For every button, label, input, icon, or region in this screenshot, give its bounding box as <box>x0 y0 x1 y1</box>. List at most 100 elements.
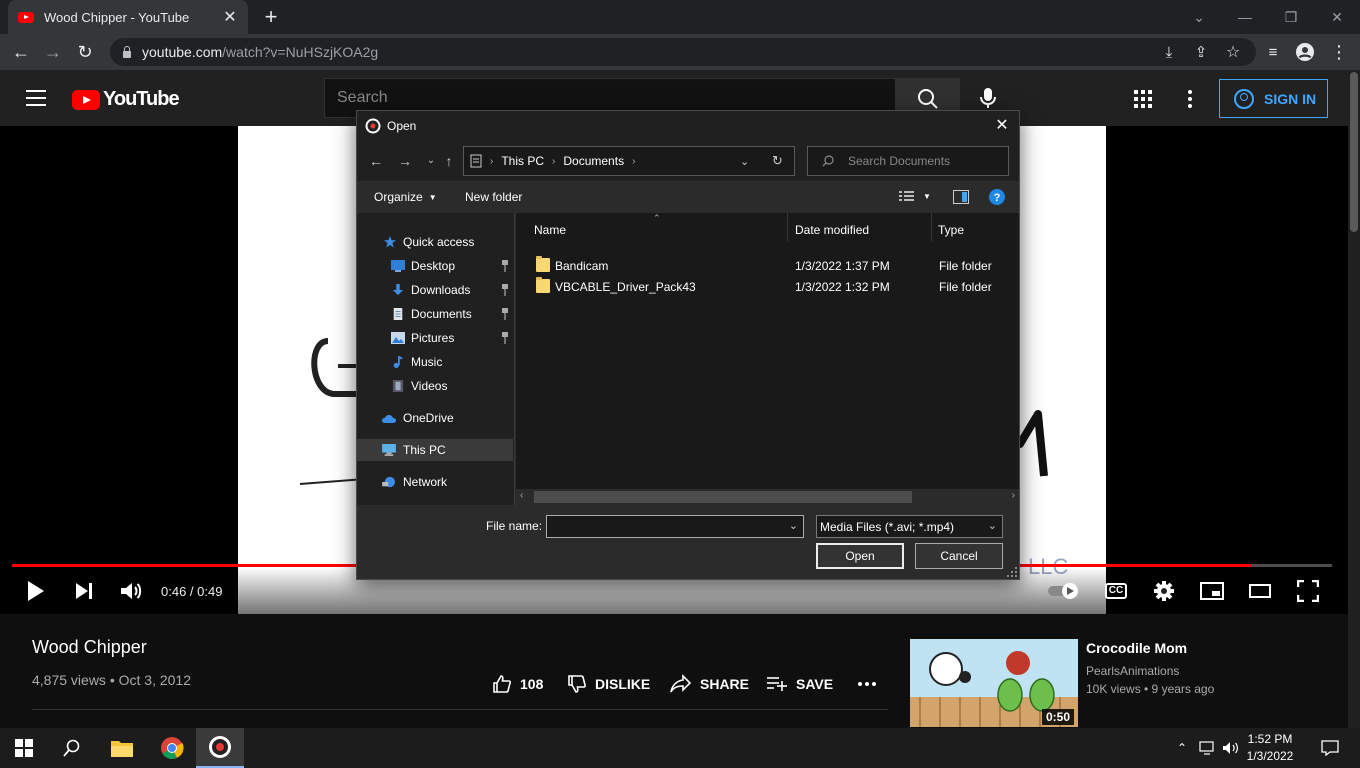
nav-onedrive[interactable]: OneDrive <box>357 407 513 429</box>
share-icon[interactable]: ⇪ <box>1188 39 1214 65</box>
breadcrumb-documents[interactable]: Documents <box>563 154 624 168</box>
file-explorer-icon[interactable] <box>98 728 146 768</box>
dialog-forward-icon[interactable]: → <box>395 151 415 171</box>
autoplay-toggle[interactable] <box>1046 577 1082 605</box>
scroll-right-icon[interactable]: › <box>1012 490 1015 501</box>
column-header-name[interactable]: Name <box>534 218 566 242</box>
cancel-button[interactable]: Cancel <box>915 543 1003 569</box>
preview-pane-icon[interactable] <box>953 190 969 207</box>
taskbar-clock[interactable]: 1:52 PM 1/3/2022 <box>1242 731 1298 765</box>
page-scrollbar[interactable] <box>1348 70 1360 728</box>
restore-button[interactable]: ❐ <box>1268 0 1314 34</box>
volume-tray-icon[interactable] <box>1218 728 1244 768</box>
resize-grip-icon[interactable] <box>1007 567 1017 577</box>
chrome-icon[interactable] <box>148 728 196 768</box>
pin-icon[interactable] <box>501 308 509 320</box>
settings-menu-icon[interactable] <box>1186 90 1194 108</box>
change-view-button[interactable]: ▼ <box>899 190 931 202</box>
column-separator[interactable] <box>787 213 788 241</box>
tray-chevron-icon[interactable]: ⌃ <box>1168 728 1196 768</box>
save-button[interactable]: SAVE <box>766 672 833 696</box>
profile-icon[interactable] <box>1292 39 1318 65</box>
refresh-icon[interactable]: ↻ <box>772 153 783 169</box>
recommendation-title[interactable]: Crocodile Mom <box>1086 640 1187 656</box>
organize-button[interactable]: Organize ▼ <box>374 190 437 204</box>
pin-icon[interactable] <box>501 260 509 272</box>
nav-quick-access[interactable]: Quick access <box>357 231 513 253</box>
volume-icon[interactable] <box>118 577 144 605</box>
windows-start-icon[interactable] <box>0 728 48 768</box>
scroll-left-icon[interactable]: ‹ <box>520 490 523 501</box>
close-window-button[interactable]: ✕ <box>1314 0 1360 34</box>
recommendation-thumbnail[interactable]: 0:50 <box>910 639 1078 727</box>
breadcrumb-this-pc[interactable]: This PC <box>501 154 544 168</box>
media-queue-icon[interactable]: ≡ <box>1260 39 1286 65</box>
recommendation-channel[interactable]: PearlsAnimations <box>1086 664 1179 678</box>
browser-tab[interactable]: Wood Chipper - YouTube ✕ <box>8 0 248 34</box>
share-button[interactable]: SHARE <box>670 672 749 696</box>
chrome-menu-icon[interactable]: ⋮ <box>1326 39 1352 65</box>
file-name-field[interactable]: ⌄ <box>546 515 804 538</box>
column-header-type[interactable]: Type <box>938 218 964 242</box>
dislike-button[interactable]: DISLIKE <box>567 672 650 696</box>
address-bar[interactable]: youtube.com /watch?v=NuHSzjKOA2g <box>110 38 1256 66</box>
file-row-bandicam[interactable]: Bandicam 1/3/2022 1:37 PM File folder <box>516 255 1019 276</box>
settings-gear-icon[interactable] <box>1152 577 1176 605</box>
nav-downloads[interactable]: Downloads <box>357 279 513 301</box>
music-icon <box>393 356 404 368</box>
tab-close-icon[interactable]: ✕ <box>222 7 238 27</box>
file-name-dropdown-icon[interactable]: ⌄ <box>789 519 798 532</box>
bandicam-app-icon[interactable] <box>196 728 244 768</box>
install-icon[interactable]: ⤓ <box>1156 39 1182 65</box>
forward-arrow-icon[interactable]: → <box>40 39 66 65</box>
help-icon[interactable]: ? <box>989 189 1005 208</box>
column-separator[interactable] <box>931 213 932 241</box>
dialog-titlebar[interactable]: Open ✕ <box>357 111 1019 141</box>
address-dropdown-icon[interactable]: ⌄ <box>740 155 749 168</box>
nav-music[interactable]: Music <box>357 351 513 373</box>
sign-in-button[interactable]: SIGN IN <box>1219 79 1328 118</box>
minimize-button[interactable]: — <box>1222 0 1268 34</box>
play-icon[interactable] <box>24 577 48 605</box>
reload-icon[interactable]: ↻ <box>72 39 98 65</box>
file-name-input[interactable] <box>547 516 783 537</box>
pin-icon[interactable] <box>501 332 509 344</box>
miniplayer-icon[interactable] <box>1200 577 1224 605</box>
more-actions-icon[interactable] <box>858 672 876 696</box>
bookmark-star-icon[interactable]: ☆ <box>1220 39 1246 65</box>
hamburger-menu-icon[interactable] <box>26 90 46 106</box>
dialog-back-icon[interactable]: ← <box>366 151 386 171</box>
new-folder-button[interactable]: New folder <box>465 190 522 204</box>
notification-icon[interactable] <box>1306 728 1354 768</box>
tab-search-icon[interactable]: ⌄ <box>1176 0 1222 34</box>
like-button[interactable]: 108 <box>492 672 543 696</box>
nav-desktop[interactable]: Desktop <box>357 255 513 277</box>
nav-videos[interactable]: Videos <box>357 375 513 397</box>
pin-icon[interactable] <box>501 284 509 296</box>
dialog-search-input[interactable]: Search Documents <box>807 146 1009 176</box>
microphone-icon[interactable] <box>976 86 1000 110</box>
file-type-filter-select[interactable]: Media Files (*.avi; *.mp4) ⌄ <box>816 515 1003 538</box>
new-tab-button[interactable]: + <box>258 4 284 30</box>
open-button[interactable]: Open <box>816 543 904 569</box>
up-folder-icon[interactable]: ↑ <box>439 151 459 171</box>
column-header-date[interactable]: Date modified <box>795 218 869 242</box>
apps-grid-icon[interactable] <box>1134 90 1152 108</box>
dialog-close-icon[interactable]: ✕ <box>991 115 1013 137</box>
fullscreen-icon[interactable] <box>1296 577 1320 605</box>
file-row-vbcable[interactable]: VBCABLE_Driver_Pack43 1/3/2022 1:32 PM F… <box>516 276 1019 297</box>
next-video-icon[interactable] <box>72 577 96 605</box>
nav-documents[interactable]: Documents <box>357 303 513 325</box>
nav-network[interactable]: Network <box>357 471 513 493</box>
nav-this-pc[interactable]: This PC <box>357 439 513 461</box>
youtube-logo[interactable]: YouTube <box>72 88 180 111</box>
recent-locations-icon[interactable]: ⌄ <box>421 151 441 171</box>
taskbar-search-icon[interactable] <box>48 728 96 768</box>
nav-pictures[interactable]: Pictures <box>357 327 513 349</box>
back-arrow-icon[interactable]: ← <box>8 39 34 65</box>
dialog-address-bar[interactable]: › This PC › Documents › ⌄ ↻ <box>463 146 795 176</box>
captions-icon[interactable]: CC <box>1104 577 1128 605</box>
theater-mode-icon[interactable] <box>1248 577 1272 605</box>
horizontal-scrollbar[interactable]: ‹ › <box>516 489 1019 505</box>
scrollbar-thumb[interactable] <box>534 491 912 503</box>
